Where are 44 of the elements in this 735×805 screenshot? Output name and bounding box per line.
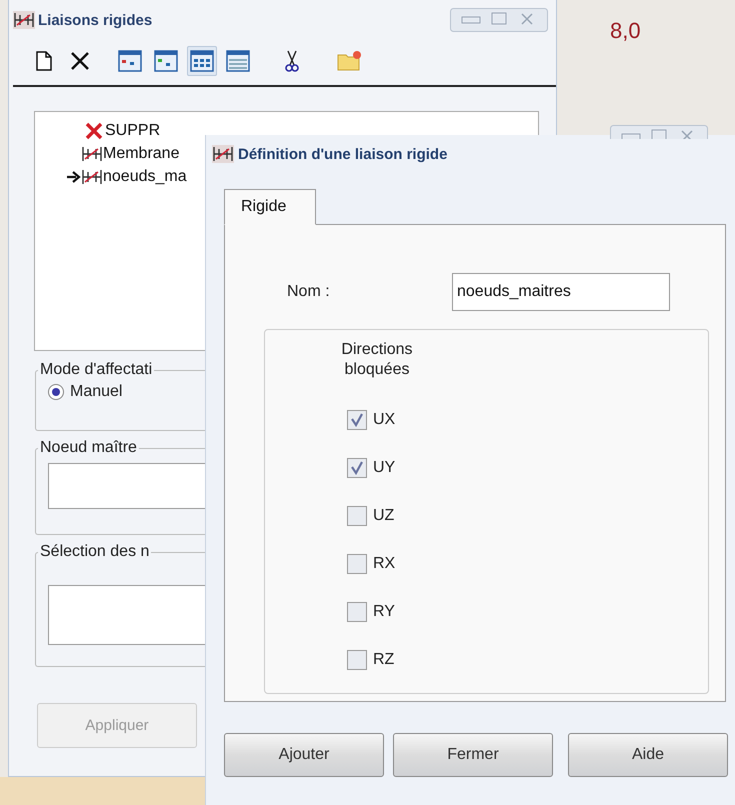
checkbox[interactable] (347, 410, 367, 430)
window-title: Liaisons rigides (38, 12, 152, 28)
checkbox[interactable] (347, 602, 367, 622)
checkbox[interactable] (347, 458, 367, 478)
tree-item[interactable]: noeuds_ma (103, 168, 187, 186)
checkbox-label: RY (373, 603, 395, 621)
table-icon (154, 50, 178, 72)
dialog-title: Définition d'une liaison rigide (238, 146, 448, 162)
radio-label: Manuel (70, 383, 122, 401)
radio-button[interactable] (48, 384, 64, 400)
name-label: Nom : (287, 283, 331, 301)
group-title: Mode d'affectati (39, 361, 154, 379)
name-field[interactable]: noeuds_maitres (452, 273, 670, 311)
close-icon (85, 122, 103, 140)
tab[interactable]: Rigide (224, 189, 316, 225)
group-title: Sélection des n (39, 543, 150, 561)
checkbox[interactable] (347, 554, 367, 574)
window-controls-icon[interactable] (450, 8, 548, 32)
delete-icon (70, 51, 90, 71)
dialog-button[interactable]: Fermer (393, 733, 553, 777)
table-icon (226, 50, 250, 72)
rigid-link-icon (13, 11, 35, 29)
checkbox-label: UZ (373, 507, 394, 525)
table-icon (190, 50, 214, 72)
checkbox-label: RX (373, 555, 396, 573)
tree-item[interactable]: SUPPR (105, 122, 160, 140)
rigid-link-icon (81, 168, 103, 186)
rigid-link-icon (81, 144, 103, 162)
folder-icon (337, 50, 363, 72)
tree-item[interactable]: Membrane (103, 144, 180, 162)
checkbox-label: UX (373, 411, 396, 429)
new-document-icon (36, 51, 52, 71)
dialog-button[interactable]: Aide (568, 733, 728, 777)
rigid-link-icon (212, 145, 234, 163)
dialog-button[interactable]: Ajouter (224, 733, 384, 777)
scissors-icon (284, 50, 300, 72)
checkbox-label: UY (373, 459, 396, 477)
group-title: Noeud maître (39, 439, 138, 457)
checkbox-label: RZ (373, 651, 394, 669)
group-title: Directions bloquées (340, 340, 414, 380)
table-icon (118, 50, 142, 72)
canvas-label: 8,0 (610, 18, 641, 45)
checkbox[interactable] (347, 650, 367, 670)
checkbox[interactable] (347, 506, 367, 526)
